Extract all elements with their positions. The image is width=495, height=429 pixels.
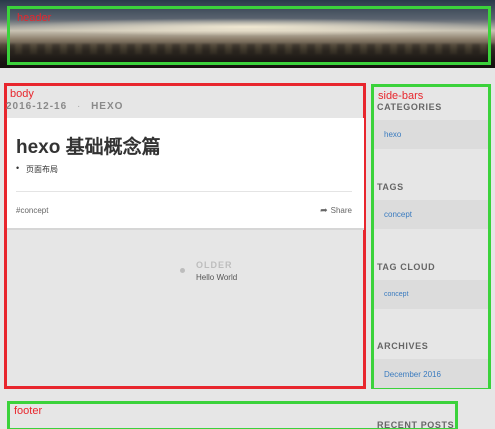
category-link[interactable]: hexo: [384, 130, 401, 139]
body-annotation-label: body: [10, 88, 34, 100]
post-category[interactable]: HEXO: [91, 101, 123, 112]
post-card: hexo 基础概念篇 页面布局 #concept ➦Share: [7, 118, 364, 228]
recent-posts-heading: RECENT POSTS: [377, 420, 455, 429]
post-divider: [16, 191, 352, 192]
older-label: OLDER: [196, 260, 233, 270]
header-annotation-label: header: [17, 12, 52, 24]
tag-link[interactable]: concept: [384, 210, 412, 219]
older-post-link[interactable]: Hello World: [196, 273, 237, 282]
share-label: Share: [330, 206, 352, 215]
tags-heading: TAGS: [377, 182, 404, 192]
footer-annotation-label: footer: [14, 405, 43, 417]
share-button[interactable]: ➦ Share: [320, 205, 352, 216]
post-date[interactable]: 2016-12-16: [6, 101, 67, 112]
share-arrow-icon: ➦: [320, 205, 328, 215]
meta-separator: ·: [76, 101, 82, 112]
header-annotation-box: [7, 6, 491, 65]
dot-icon: [180, 268, 185, 273]
post-tag-link[interactable]: #concept: [16, 206, 48, 215]
list-item: 页面布局: [16, 163, 58, 175]
tag-cloud-link[interactable]: concept: [384, 291, 409, 298]
post-content-list: 页面布局: [16, 163, 58, 175]
archives-heading: ARCHIVES: [377, 341, 429, 351]
card-bottom-shadow: [7, 228, 364, 230]
post-title[interactable]: hexo 基础概念篇: [16, 132, 161, 159]
categories-heading: CATEGORIES: [377, 102, 442, 112]
tag-cloud-heading: TAG CLOUD: [377, 262, 436, 272]
archive-link[interactable]: December 2016: [384, 370, 441, 379]
post-meta: 2016-12-16 · HEXO: [6, 101, 123, 112]
sidebars-annotation-label: side-bars: [378, 90, 424, 102]
